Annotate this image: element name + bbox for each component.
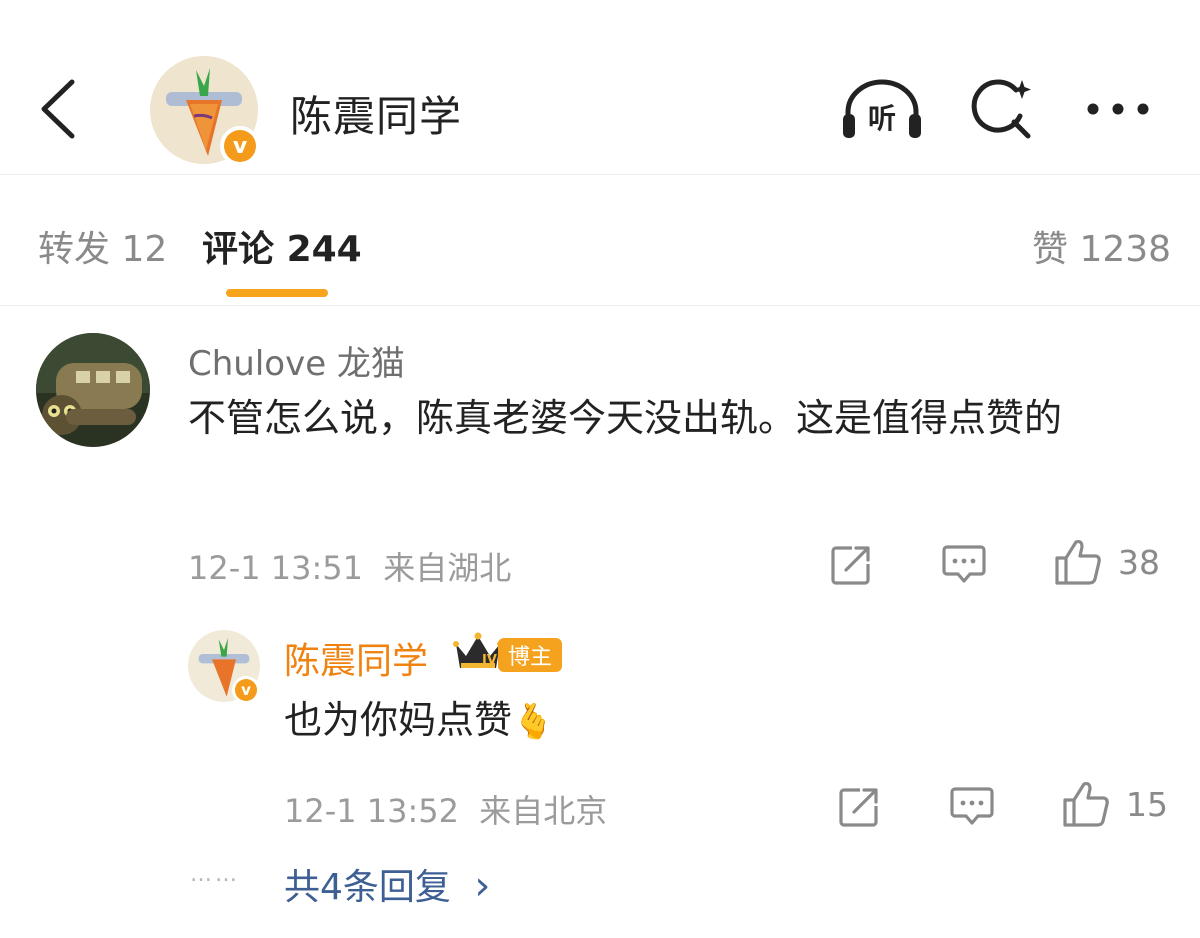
chevron-right-icon: › [474, 863, 491, 909]
tab-likes-label: 赞 [1032, 229, 1069, 270]
reply-verified-badge: v [232, 676, 260, 704]
top-bar: v 陈震同学 听 [0, 0, 1200, 175]
share-icon [839, 788, 878, 827]
more-button[interactable] [1084, 94, 1154, 124]
search-sparkle-icon [971, 79, 1031, 139]
more-replies-link[interactable]: 共4条回复 › [284, 858, 490, 910]
more-replies-label: 共4条回复 [284, 867, 451, 908]
comment-text: 不管怎么说，陈真老婆今天没出轨。这是值得点赞的 [188, 396, 1063, 440]
reply-text: 也为你妈点赞🫰 [284, 688, 984, 754]
thumbs-up-icon [1063, 781, 1109, 827]
tab-comments[interactable]: 评论 244 [202, 220, 362, 272]
headphones-icon: 听 [843, 79, 921, 138]
tab-bar: 转发 12 评论 244 赞 1238 [0, 176, 1200, 306]
rank-label: IV [482, 653, 497, 668]
reply-like-count: 15 [1126, 784, 1168, 824]
page-title: 陈震同学 [290, 92, 463, 141]
comment-share-button[interactable] [830, 544, 872, 586]
tab-comments-label: 评论 [202, 229, 275, 270]
search-button[interactable] [970, 76, 1036, 142]
comment-reply-button[interactable] [942, 544, 986, 584]
comment-like-count: 38 [1118, 542, 1160, 582]
tab-reposts[interactable]: 转发 12 [38, 220, 167, 272]
comment-time: 12-1 13:51 [188, 549, 364, 587]
tab-reposts-label: 转发 [38, 229, 111, 270]
comment-like-button[interactable]: 38 [1054, 538, 1160, 586]
share-icon [831, 546, 870, 585]
listen-button[interactable]: 听 [840, 78, 924, 142]
thumbs-up-icon [1055, 539, 1101, 585]
reply-time: 12-1 13:52 [284, 792, 460, 830]
reply-share-button[interactable] [838, 786, 880, 828]
reply-author-avatar[interactable]: v [188, 630, 260, 704]
comment-meta: 12-1 13:51 来自湖北 [188, 543, 511, 589]
commenter-avatar[interactable] [36, 333, 150, 447]
author-badge: 博主 [498, 638, 563, 672]
tab-likes-count: 1238 [1079, 229, 1172, 270]
tab-likes[interactable]: 赞 1238 [1032, 220, 1171, 272]
reply-text-content: 也为你妈点赞 [284, 698, 513, 742]
more-icon [1087, 103, 1149, 115]
listen-label: 听 [868, 102, 896, 135]
reply-location: 来自北京 [479, 792, 608, 830]
verified-badge: v [220, 126, 260, 166]
more-replies-dots: …… [190, 862, 240, 887]
reply-username[interactable]: 陈震同学 [284, 632, 428, 684]
reply-meta: 12-1 13:52 来自北京 [284, 786, 607, 832]
tab-comments-count: 244 [286, 229, 362, 270]
commenter-username[interactable]: Chulove 龙猫 [188, 336, 405, 385]
back-button[interactable] [36, 76, 86, 142]
comment-location: 来自湖北 [383, 549, 512, 587]
comment-icon [950, 787, 994, 825]
reply-comment-button[interactable] [950, 786, 994, 826]
finger-heart-emoji: 🫰 [512, 702, 555, 742]
back-icon [41, 79, 75, 139]
author-badge-label: 博主 [508, 645, 553, 670]
comment-icon [942, 545, 986, 583]
active-tab-indicator [226, 289, 328, 297]
tab-reposts-count: 12 [121, 229, 168, 270]
reply-like-button[interactable]: 15 [1062, 780, 1168, 828]
crown-rank-icon: IV [453, 632, 503, 668]
author-avatar[interactable]: v [150, 56, 260, 166]
